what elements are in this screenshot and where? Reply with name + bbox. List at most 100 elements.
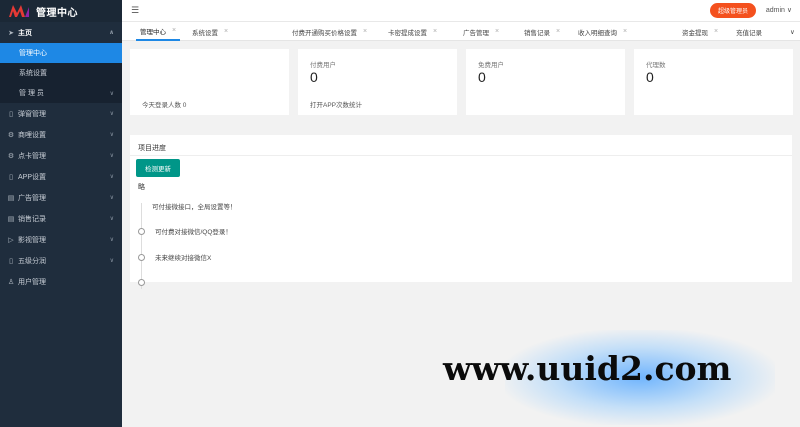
sidebar-item[interactable]: ▷ 影视管理 ∨ (0, 229, 122, 250)
stat-label: 付费用户 (310, 62, 336, 69)
timeline: 可付接微接口，全局设置等！ 可付费对接微信/QQ登录！ 未来继续对接微信X (138, 193, 438, 303)
close-icon[interactable]: × (433, 28, 437, 35)
close-icon[interactable]: × (714, 28, 718, 35)
phone-icon: ▯ (9, 110, 13, 118)
tab-label: 付费开通购买价格设置 (292, 29, 357, 37)
tab-card-commission[interactable]: 卡密提成设置 × (384, 22, 441, 41)
tab-income-detail[interactable]: 收入明细查询 × (574, 22, 631, 41)
sidebar-item-label: 系统设置 (19, 70, 47, 77)
tab-label: 收入明细查询 (578, 29, 617, 37)
chevron-down-icon: ∨ (109, 258, 114, 264)
sidebar-item-label: 点卡管理 (18, 152, 46, 160)
chevron-down-icon: ∨ (109, 132, 114, 138)
sidebar-item-label: 管 理 员 (19, 90, 44, 97)
tab-more-chevron-down-icon[interactable]: ∨ (786, 22, 799, 41)
sidebar-item[interactable]: ➤ 主页 ∧ (0, 22, 122, 43)
tab-label: 销售记录 (524, 29, 550, 37)
sidebar: 管理中心 ➤ 主页 ∧ 管理中心 系统设置管 理 员 ∨ ▯ 弹窗管理 ∨ ⚙ 商哩设置 ∨ ⚙ 点卡管理… (0, 0, 122, 427)
sidebar-item-label: 弹窗管理 (18, 110, 46, 118)
chevron-down-icon: ∨ (109, 153, 114, 159)
sidebar-item[interactable]: ▯ 五级分润 ∨ (0, 250, 122, 271)
tab-paid-price-settings[interactable]: 付费开通购买价格设置 × (288, 22, 371, 41)
timeline-text: 未来继续对接微信X (155, 255, 212, 262)
stat-value: 0 (646, 69, 654, 85)
sidebar-item[interactable]: ▤ 广告管理 ∨ (0, 187, 122, 208)
sidebar-item[interactable]: ⚙ 点卡管理 ∨ (0, 145, 122, 166)
sidebar-item[interactable]: 管 理 员 ∨ (0, 83, 122, 103)
stat-value: 0 (310, 69, 318, 85)
stat-label: 免费用户 (478, 62, 504, 69)
timeline-dot-icon (138, 227, 145, 235)
user-menu[interactable]: admin ∨ (766, 6, 792, 14)
close-icon[interactable]: × (224, 28, 228, 35)
sidebar-item[interactable]: ▤ 销售记录 ∨ (0, 208, 122, 229)
chevron-down-icon: ∨ (109, 216, 114, 222)
tab-ad-management[interactable]: 广告管理 × (459, 22, 503, 41)
play-icon: ▷ (8, 236, 14, 244)
stat-card-paid-users: 付费用户 0 打开APP次数统计 (298, 49, 457, 115)
phone-icon: ▯ (9, 173, 13, 181)
top-header: ☰ 超级管理员 admin ∨ (122, 0, 800, 22)
send-icon: ➤ (8, 29, 14, 37)
stat-footer: 今天登录人数 0 (142, 102, 187, 109)
close-icon[interactable]: × (172, 27, 176, 34)
close-icon[interactable]: × (623, 28, 627, 35)
sidebar-item[interactable]: ⚙ 商哩设置 ∨ (0, 124, 122, 145)
tab-label: 广告管理 (463, 29, 489, 37)
timeline-dot-icon (138, 253, 145, 261)
stat-card-agents: 代理数 0 (634, 49, 793, 115)
sidebar-item-label: APP设置 (18, 173, 47, 181)
phone-icon: ▯ (9, 257, 13, 265)
close-icon[interactable]: × (495, 28, 499, 35)
stat-card-login: 今天登录人数 0 (130, 49, 289, 115)
tab-dashboard[interactable]: 管理中心 × (136, 22, 181, 41)
chevron-down-icon: ∨ (109, 237, 114, 243)
check-update-button[interactable]: 检测更新 (136, 159, 180, 177)
close-icon[interactable]: × (556, 28, 560, 35)
stat-footer: 打开APP次数统计 (310, 102, 363, 109)
stat-card-free-users: 免费用户 0 (466, 49, 625, 115)
note-icon: ▤ (7, 215, 15, 223)
menu-toggle-icon[interactable]: ☰ (131, 5, 139, 16)
close-icon[interactable]: × (363, 28, 367, 35)
chevron-down-icon: ∨ (109, 195, 114, 201)
tab-label: 卡密提成设置 (388, 29, 427, 37)
timeline-heading: 略 (138, 184, 145, 191)
gear-icon: ⚙ (7, 152, 15, 160)
chevron-down-icon: ∨ (790, 28, 795, 36)
tab-label: 充值记录 (736, 29, 762, 37)
timeline-line (141, 203, 142, 289)
sidebar-item[interactable]: ▯ APP设置 ∨ (0, 166, 122, 187)
tab-recharge-records[interactable]: 充值记录 (732, 22, 766, 41)
chevron-down-icon: ∨ (109, 90, 114, 97)
brand-logo-icon (9, 5, 29, 17)
admin-role-button[interactable]: 超级管理员 (709, 3, 756, 18)
tab-bar: 管理中心 × 系统设置 × 付费开通购买价格设置 × 卡密提成设置 × 广告管理 × 销售… (122, 22, 800, 41)
tab-label: 管理中心 (140, 28, 166, 36)
sidebar-item[interactable]: 系统设置 (0, 63, 122, 83)
timeline-text: 可付接微接口，全局设置等！ (152, 204, 237, 211)
timeline-item: 未来继续对接微信X (138, 252, 211, 262)
sidebar-item-label: 五级分润 (18, 257, 46, 265)
sidebar-item[interactable]: ▯ 弹窗管理 ∨ (0, 103, 122, 124)
chevron-down-icon: ∨ (109, 111, 114, 117)
sidebar-item[interactable]: 管理中心 (0, 43, 122, 63)
progress-panel: 项目进度 检测更新 略 可付接微接口，全局设置等！ 可付费对接微信/QQ登录！ … (130, 135, 792, 289)
tab-label: 资金提现 (682, 29, 708, 37)
timeline-dot-icon (138, 279, 145, 286)
sidebar-item-label: 管理中心 (19, 50, 47, 57)
divider (130, 155, 792, 156)
sidebar-item-label: 销售记录 (18, 215, 46, 223)
sidebar-item-label: 用户管理 (18, 278, 46, 286)
timeline-item: 可付接微接口，全局设置等！ (152, 201, 237, 211)
sidebar-item[interactable]: ♙ 用户管理 (0, 271, 122, 292)
tab-system-settings[interactable]: 系统设置 × (188, 22, 232, 41)
tab-sales-records[interactable]: 销售记录 × (520, 22, 564, 41)
sidebar-item-label: 影视管理 (18, 236, 46, 244)
sidebar-item-label: 商哩设置 (18, 131, 46, 139)
tab-withdraw[interactable]: 资金提现 × (678, 22, 722, 41)
note-icon: ▤ (7, 194, 15, 202)
user-icon: ♙ (7, 278, 15, 286)
panel-title: 项目进度 (138, 145, 166, 152)
brand[interactable]: 管理中心 (0, 0, 122, 22)
